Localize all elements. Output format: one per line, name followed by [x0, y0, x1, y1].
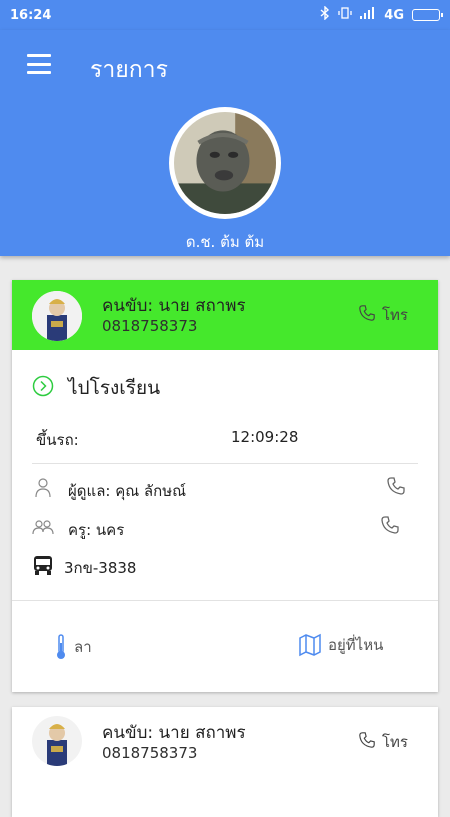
guardian-row: ผู้ดูแล: คุณ ลักษณ์ [32, 476, 418, 502]
trip-card: คนขับ: นาย สถาพร 0818758373 โทร [12, 707, 438, 817]
driver-avatar [32, 716, 82, 766]
map-icon [299, 633, 321, 657]
trip-status-label: ไปโรงเรียน [68, 377, 161, 399]
call-label: โทร [381, 306, 408, 324]
teacher-icon [32, 520, 54, 535]
status-icons: 4G [320, 5, 443, 24]
status-bar: 16:24 4G [0, 0, 450, 30]
driver-phone: 0818758373 [102, 744, 198, 762]
app-header: รายการ ด.ช. ต้ม ต้ม [0, 30, 450, 256]
battery-icon [412, 9, 443, 21]
where-button[interactable]: อยู่ที่ไหน [298, 633, 383, 657]
divider [12, 600, 438, 601]
signal-icon [360, 7, 376, 23]
pickup-label: ขึ้นรถ: [36, 431, 79, 449]
driver-name: คนขับ: นาย สถาพร [102, 296, 246, 316]
teacher-row: ครู: นคร [32, 515, 418, 541]
page-title: รายการ [90, 57, 168, 83]
call-label: โทร [381, 733, 408, 751]
leave-button[interactable]: ลา [54, 633, 92, 661]
profile-avatar[interactable] [169, 107, 281, 219]
bus-plate: 3กข-3838 [64, 559, 137, 577]
where-label: อยู่ที่ไหน [328, 636, 384, 654]
driver-header: คนขับ: นาย สถาพร 0818758373 โทร [12, 707, 438, 777]
teacher-name: ครู: นคร [68, 521, 125, 539]
bus-icon [34, 556, 52, 575]
bluetooth-icon [320, 5, 330, 24]
status-time: 16:24 [10, 7, 52, 23]
trip-status: ไปโรงเรียน [32, 373, 160, 403]
vibrate-icon [338, 6, 352, 24]
guardian-icon [35, 478, 51, 498]
divider [32, 463, 418, 464]
bus-row: 3กข-3838 [32, 553, 418, 579]
phone-icon [358, 304, 376, 326]
driver-avatar [32, 291, 82, 341]
call-driver-button[interactable]: โทร [358, 730, 408, 754]
menu-icon[interactable] [27, 54, 51, 74]
chevron-right-circle-icon [32, 375, 54, 401]
driver-name: คนขับ: นาย สถาพร [102, 723, 246, 743]
driver-phone: 0818758373 [102, 317, 198, 335]
thermometer-icon [57, 634, 65, 659]
call-teacher-button[interactable] [380, 515, 400, 535]
trip-card: คนขับ: นาย สถาพร 0818758373 โทร ไปโรงเรี… [12, 280, 438, 692]
network-type: 4G [384, 7, 404, 23]
profile-name: ด.ช. ต้ม ต้ม [185, 233, 265, 251]
phone-icon [358, 731, 376, 753]
call-guardian-button[interactable] [386, 476, 406, 496]
guardian-name: ผู้ดูแล: คุณ ลักษณ์ [68, 482, 187, 500]
pickup-time: 12:09:28 [231, 428, 299, 446]
call-driver-button[interactable]: โทร [358, 303, 408, 327]
driver-header: คนขับ: นาย สถาพร 0818758373 โทร [12, 280, 438, 350]
leave-label: ลา [74, 638, 92, 656]
